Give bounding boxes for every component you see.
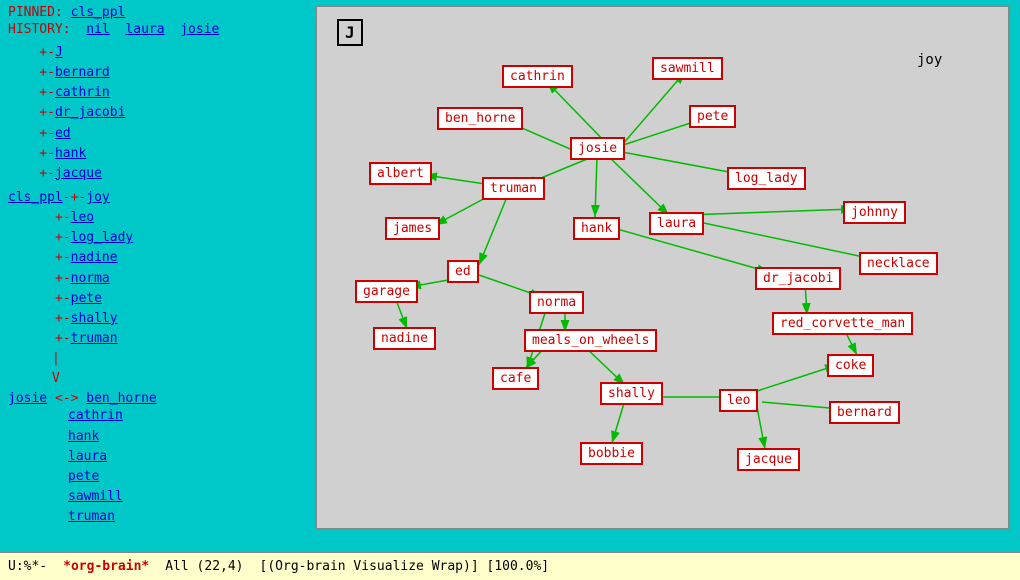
tree-link-cathrin[interactable]: cathrin <box>55 85 110 100</box>
status-bar: U:%*- *org-brain* All (22,4) [(Org-brain… <box>0 552 1020 580</box>
josie-conn-truman[interactable]: truman <box>68 507 302 527</box>
josie-conn-cathrin[interactable]: cathrin <box>68 406 302 426</box>
tree-container: +-J +-bernard +-cathrin +-dr_jacobi +-ed… <box>8 43 302 389</box>
josie-center-link[interactable]: josie <box>8 391 47 406</box>
tree-link-pete[interactable]: pete <box>71 291 102 306</box>
tree-item: +-leo <box>8 208 302 228</box>
history-josie-link[interactable]: josie <box>180 22 219 37</box>
tree-v: V <box>52 369 302 389</box>
node-necklace[interactable]: necklace <box>859 252 938 275</box>
node-pete[interactable]: pete <box>689 105 736 128</box>
tree-item: +-cathrin <box>8 83 302 103</box>
node-albert[interactable]: albert <box>369 162 432 185</box>
node-josie[interactable]: josie <box>570 137 625 160</box>
tree-link-nadine[interactable]: nadine <box>71 250 118 265</box>
graph-panel: J joy <box>315 5 1010 530</box>
tree-item: +-log_lady <box>8 228 302 248</box>
node-james[interactable]: james <box>385 217 440 240</box>
node-laura[interactable]: laura <box>649 212 704 235</box>
josie-conn-ben_horne[interactable]: ben_horne <box>86 391 156 406</box>
tree-link-hank[interactable]: hank <box>55 146 86 161</box>
tree-link-j[interactable]: J <box>55 45 63 60</box>
josie-arrow: <-> <box>55 391 86 406</box>
node-shally[interactable]: shally <box>600 382 663 405</box>
josie-conn-sawmill[interactable]: sawmill <box>68 487 302 507</box>
tree-link-leo[interactable]: leo <box>71 210 94 225</box>
node-nadine[interactable]: nadine <box>373 327 436 350</box>
status-buffer: *org-brain* <box>63 559 149 574</box>
history-label: HISTORY: <box>8 22 71 37</box>
history-nil-link[interactable]: nil <box>86 22 109 37</box>
history-laura-link[interactable]: laura <box>125 22 164 37</box>
tree-link-truman[interactable]: truman <box>71 331 118 346</box>
node-bobbie[interactable]: bobbie <box>580 442 643 465</box>
tree-item: +-ed <box>8 124 302 144</box>
tree-item: +-bernard <box>8 63 302 83</box>
left-panel: PINNED: cls_ppl HISTORY: nil laura josie… <box>0 0 310 535</box>
tree-link-jacque[interactable]: jacque <box>55 166 102 181</box>
tree-item: +-norma <box>8 269 302 289</box>
node-garage[interactable]: garage <box>355 280 418 303</box>
pinned-line: PINNED: cls_ppl <box>8 5 302 20</box>
tree-item: +-nadine <box>8 248 302 268</box>
josie-conn-hank[interactable]: hank <box>68 427 302 447</box>
node-cafe[interactable]: cafe <box>492 367 539 390</box>
josie-conn-pete[interactable]: pete <box>68 467 302 487</box>
node-cathrin[interactable]: cathrin <box>502 65 573 88</box>
cls-ppl-tree-row: cls_ppl-+-joy <box>8 188 302 208</box>
history-line: HISTORY: nil laura josie <box>8 22 302 37</box>
tree-link-log_lady[interactable]: log_lady <box>71 230 134 245</box>
pinned-cls-ppl-link[interactable]: cls_ppl <box>71 5 126 20</box>
tree-item: +-J <box>8 43 302 63</box>
node-hank[interactable]: hank <box>573 217 620 240</box>
tree-item: +-dr_jacobi <box>8 103 302 123</box>
tree-item: +-truman <box>8 329 302 349</box>
josie-conn-laura[interactable]: laura <box>68 447 302 467</box>
node-ed[interactable]: ed <box>447 260 479 283</box>
tree-item: +-shally <box>8 309 302 329</box>
tree-link-dr_jacobi[interactable]: dr_jacobi <box>55 105 125 120</box>
status-mode: [(Org-brain Visualize Wrap)] [100.0%] <box>260 559 550 574</box>
tree-item: +-pete <box>8 289 302 309</box>
tree-link-norma[interactable]: norma <box>71 271 110 286</box>
tree-item: +-jacque <box>8 164 302 184</box>
node-dr_jacobi[interactable]: dr_jacobi <box>755 267 841 290</box>
pinned-label: PINNED: <box>8 5 63 20</box>
node-log_lady[interactable]: log_lady <box>727 167 806 190</box>
node-jacque[interactable]: jacque <box>737 448 800 471</box>
node-norma[interactable]: norma <box>529 291 584 314</box>
node-truman[interactable]: truman <box>482 177 545 200</box>
cls-ppl-link-tree[interactable]: cls_ppl <box>8 190 63 205</box>
tree-link-ed[interactable]: ed <box>55 126 71 141</box>
status-rowcol: U:%*- <box>8 559 47 574</box>
tree-pipe: | <box>52 349 302 369</box>
tree-link-bernard[interactable]: bernard <box>55 65 110 80</box>
tree-link-joy[interactable]: joy <box>86 190 109 205</box>
graph-j-label: J <box>337 19 363 46</box>
josie-connections-line: josie <-> ben_horne <box>8 391 302 406</box>
node-coke[interactable]: coke <box>827 354 874 377</box>
node-leo[interactable]: leo <box>719 389 758 412</box>
node-meals_on_wheels[interactable]: meals_on_wheels <box>524 329 657 352</box>
node-red_corvette_man[interactable]: red_corvette_man <box>772 312 913 335</box>
node-sawmill[interactable]: sawmill <box>652 57 723 80</box>
status-position: All (22,4) <box>165 559 243 574</box>
tree-item: +-hank <box>8 144 302 164</box>
node-joy[interactable]: joy <box>917 52 942 68</box>
node-ben_horne[interactable]: ben_horne <box>437 107 523 130</box>
node-johnny[interactable]: johnny <box>843 201 906 224</box>
tree-link-shally[interactable]: shally <box>71 311 118 326</box>
node-bernard[interactable]: bernard <box>829 401 900 424</box>
josie-connections-list: cathrin hank laura pete sawmill truman <box>68 406 302 527</box>
